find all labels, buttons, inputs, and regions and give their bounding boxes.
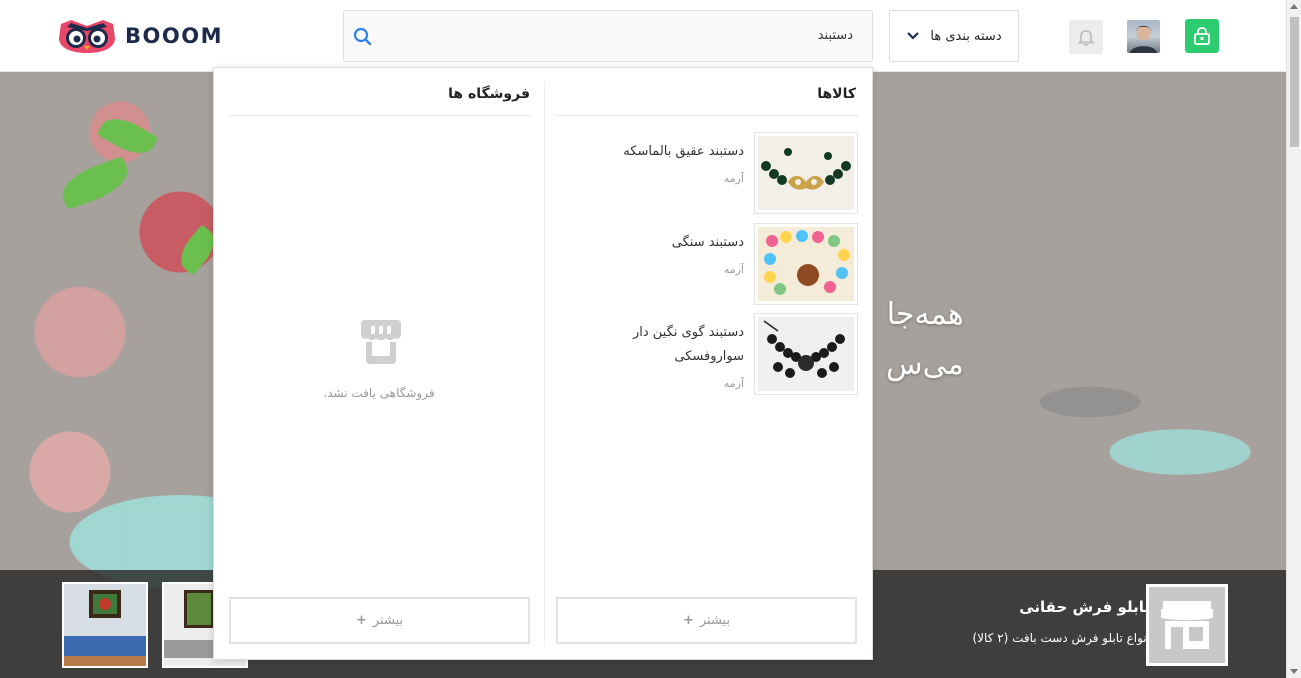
store-logo[interactable] <box>1146 584 1228 666</box>
chevron-down-icon <box>907 32 920 40</box>
product-thumbnail <box>754 223 858 305</box>
scrollbar-thumb[interactable] <box>1290 17 1299 147</box>
products-more-button[interactable]: بیشتر + <box>556 597 857 644</box>
cart-button[interactable] <box>1185 19 1219 53</box>
stores-heading: فروشگاه ها <box>448 86 530 102</box>
store-name[interactable]: تابلو فرش حقانی <box>1019 598 1150 616</box>
product-name: دستبند سنگی <box>671 235 744 250</box>
products-heading: کالاها <box>817 86 856 102</box>
notification-button[interactable] <box>1069 20 1103 54</box>
bracelet-swarovski-image <box>758 317 854 391</box>
user-photo <box>1130 25 1157 53</box>
store-description: انواع تابلو فرش دست بافت (۲ کالا) <box>972 631 1150 645</box>
more-label: بیشتر <box>372 613 404 628</box>
plus-icon: + <box>682 613 694 628</box>
products-heading-divider <box>556 115 858 116</box>
product-result-item[interactable]: دستبند گوی نگین دار سواروفسکی آرمه <box>556 313 858 395</box>
featured-product-thumb[interactable] <box>62 582 148 668</box>
empty-store-icon <box>361 320 401 364</box>
store-icon <box>1161 601 1213 649</box>
stores-heading-divider <box>229 115 531 116</box>
logo-text: BOOOM <box>125 24 223 48</box>
product-shop: آرمه <box>723 172 744 185</box>
avatar[interactable] <box>1127 20 1160 53</box>
product-thumbnail <box>754 313 858 395</box>
hero-title-line1: همه‌جا <box>886 297 964 332</box>
logo[interactable]: BOOOM <box>57 18 223 54</box>
search-icon[interactable] <box>353 27 373 47</box>
hero-title-line2: می‌س <box>886 347 964 382</box>
owl-logo-icon <box>59 20 115 53</box>
header: BOOOM دستبند دسته بندی ها <box>0 0 1286 72</box>
leaf-decoration <box>56 155 134 211</box>
category-dropdown[interactable]: دسته بندی ها <box>889 10 1019 62</box>
product-shop: آرمه <box>723 263 744 276</box>
search-value: دستبند <box>817 28 853 43</box>
product-shop: آرمه <box>723 377 744 390</box>
search-results-dropdown: کالاها دستبند عقیق بالماسکه آرمه دستبند … <box>213 67 873 660</box>
stores-more-button[interactable]: بیشتر + <box>229 597 530 644</box>
product-name: دستبند گوی نگین دار سواروفسکی <box>632 325 744 365</box>
product-name: دستبند عقیق بالماسکه <box>623 144 744 159</box>
plus-icon: + <box>355 613 367 628</box>
scroll-up-arrow-icon[interactable] <box>1290 4 1298 9</box>
column-divider <box>544 82 545 647</box>
bracelet-stone-image <box>758 227 854 301</box>
more-label: بیشتر <box>699 613 731 628</box>
product-result-item[interactable]: دستبند عقیق بالماسکه آرمه <box>556 132 858 214</box>
product-image <box>64 584 146 666</box>
stores-empty-message: فروشگاهی یافت نشد. <box>323 386 435 400</box>
product-thumbnail <box>754 132 858 214</box>
search-input[interactable]: دستبند <box>343 10 873 62</box>
leaf-decoration <box>96 110 159 162</box>
hero-title: همه‌جا می‌س <box>868 294 964 386</box>
bracelet-mask-image <box>758 136 854 210</box>
page-scrollbar[interactable] <box>1286 0 1301 678</box>
shopping-bag-icon <box>1194 27 1210 45</box>
category-label: دسته بندی ها <box>930 28 1002 44</box>
scroll-down-arrow-icon[interactable] <box>1290 669 1298 674</box>
bell-icon <box>1077 30 1095 46</box>
product-result-item[interactable]: دستبند سنگی آرمه <box>556 223 858 305</box>
